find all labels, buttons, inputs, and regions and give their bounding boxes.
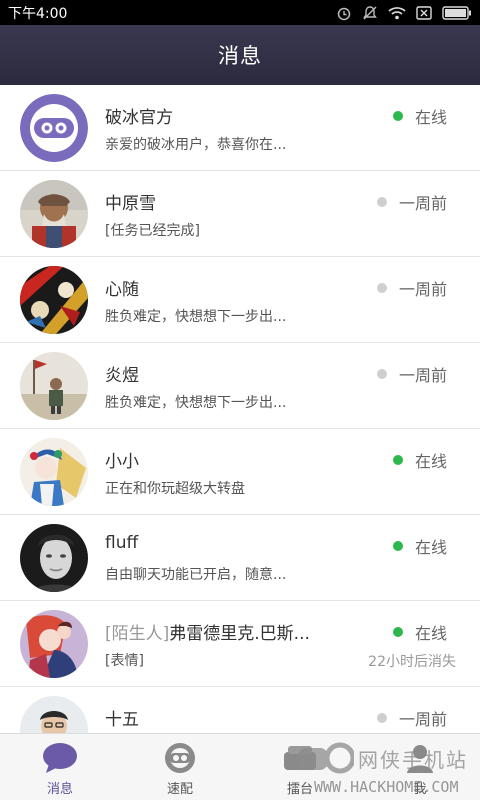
photo-avatar-icon xyxy=(20,180,88,248)
avatar[interactable] xyxy=(20,352,88,420)
message-preview: [表情] xyxy=(105,653,144,669)
status-text: 在线 xyxy=(414,624,447,643)
conversation-row[interactable]: 破冰官方 亲爱的破冰用户，恭喜你在... 在线 xyxy=(0,85,480,171)
contact-name: 心随 xyxy=(105,280,139,300)
message-preview: 胜负难定，快想想下一步出... xyxy=(105,395,287,411)
presence-status: 一周前 xyxy=(376,190,447,214)
message-preview: 正在和你玩超级大转盘 xyxy=(105,481,245,497)
offline-dot-icon xyxy=(376,369,387,379)
message-preview: 亲爱的破冰用户，恭喜你在... xyxy=(105,137,287,153)
tab-me[interactable]: 我 xyxy=(360,734,480,800)
match-icon xyxy=(163,742,197,774)
header: 消息 xyxy=(0,25,480,85)
offline-dot-icon xyxy=(376,283,387,293)
alarm-icon xyxy=(336,5,352,21)
contact-name: fluff xyxy=(105,533,139,553)
no-sim-icon xyxy=(416,5,432,20)
offline-dot-icon xyxy=(376,713,387,723)
photo-avatar-icon xyxy=(20,610,88,678)
tab-label: 我 xyxy=(413,782,427,797)
pobing-logo-icon xyxy=(20,94,88,162)
photo-avatar-icon xyxy=(20,266,88,334)
contact-name: 小小 xyxy=(105,452,139,472)
contact-name: 破冰官方 xyxy=(105,108,173,128)
conversation-row[interactable]: 心随 胜负难定，快想想下一步出... 一周前 xyxy=(0,257,480,343)
photo-avatar-icon xyxy=(20,696,88,733)
message-preview: [任务已经完成] xyxy=(105,223,200,239)
avatar[interactable] xyxy=(20,610,88,678)
conversation-row[interactable]: 十五 一周前 xyxy=(0,687,480,733)
battery-icon xyxy=(442,5,472,20)
tab-label: 擂台 xyxy=(286,782,313,797)
mute-icon xyxy=(362,5,378,21)
presence-status: 在线 xyxy=(392,448,447,472)
status-text: 一周前 xyxy=(398,194,447,213)
tab-messages[interactable]: 消息 xyxy=(0,734,120,800)
page-title: 消息 xyxy=(218,44,262,68)
online-dot-icon xyxy=(392,455,403,465)
presence-status: 一周前 xyxy=(376,706,447,730)
avatar[interactable] xyxy=(20,94,88,162)
contact-name: 炎煜 xyxy=(105,366,139,386)
conversation-row[interactable]: 中原雪 [任务已经完成] 一周前 xyxy=(0,171,480,257)
person-icon xyxy=(404,742,436,774)
avatar[interactable] xyxy=(20,524,88,592)
expire-time: 22小时后消失 xyxy=(368,654,456,670)
message-preview: 自由聊天功能已开启，随意... xyxy=(105,567,287,583)
online-dot-icon xyxy=(392,111,403,121)
avatar[interactable] xyxy=(20,180,88,248)
contact-name: 十五 xyxy=(105,710,139,730)
presence-status: 一周前 xyxy=(376,276,447,300)
status-text: 在线 xyxy=(414,538,447,557)
conversation-row[interactable]: 小小 正在和你玩超级大转盘 在线 xyxy=(0,429,480,515)
arena-icon xyxy=(282,742,318,774)
status-text: 一周前 xyxy=(398,366,447,385)
status-text: 在线 xyxy=(414,452,447,471)
status-text: 一周前 xyxy=(398,280,447,299)
avatar[interactable] xyxy=(20,266,88,334)
online-dot-icon xyxy=(392,627,403,637)
tab-match[interactable]: 速配 xyxy=(120,734,240,800)
avatar[interactable] xyxy=(20,438,88,506)
tab-arena[interactable]: 擂台 xyxy=(240,734,360,800)
presence-status: 在线 xyxy=(392,104,447,128)
status-text: 一周前 xyxy=(398,710,447,729)
online-dot-icon xyxy=(392,541,403,551)
contact-name-text: 弗雷德里克.巴斯... xyxy=(169,624,310,644)
bottom-tab-bar: 消息 速配 擂台 我 xyxy=(0,733,480,800)
message-preview: 胜负难定，快想想下一步出... xyxy=(105,309,287,325)
tab-label: 速配 xyxy=(166,782,193,797)
tab-label: 消息 xyxy=(46,782,73,797)
photo-avatar-icon xyxy=(20,352,88,420)
offline-dot-icon xyxy=(376,197,387,207)
presence-status: 一周前 xyxy=(376,362,447,386)
conversation-row[interactable]: fluff 自由聊天功能已开启，随意... 在线 xyxy=(0,515,480,601)
contact-name: [陌生人]弗雷德里克.巴斯... xyxy=(105,619,310,644)
stranger-tag: [陌生人] xyxy=(105,624,170,644)
conversation-row[interactable]: 炎煜 胜负难定，快想想下一步出... 一周前 xyxy=(0,343,480,429)
wifi-icon xyxy=(388,6,406,20)
presence-status: 在线 xyxy=(392,534,447,558)
photo-avatar-icon xyxy=(20,438,88,506)
status-icons xyxy=(336,5,472,21)
conversation-row[interactable]: [陌生人]弗雷德里克.巴斯... [表情] 在线 22小时后消失 xyxy=(0,601,480,687)
photo-avatar-icon xyxy=(20,524,88,592)
chat-bubble-icon xyxy=(42,742,78,774)
presence-status: 在线 xyxy=(392,620,447,644)
contact-name: 中原雪 xyxy=(105,194,156,214)
status-text: 在线 xyxy=(414,108,447,127)
conversation-list[interactable]: 破冰官方 亲爱的破冰用户，恭喜你在... 在线 中原雪 [任务已经完成] 一周前 xyxy=(0,85,480,733)
avatar[interactable] xyxy=(20,696,88,733)
status-bar: 下午4:00 xyxy=(0,0,480,25)
status-time: 下午4:00 xyxy=(8,5,68,22)
